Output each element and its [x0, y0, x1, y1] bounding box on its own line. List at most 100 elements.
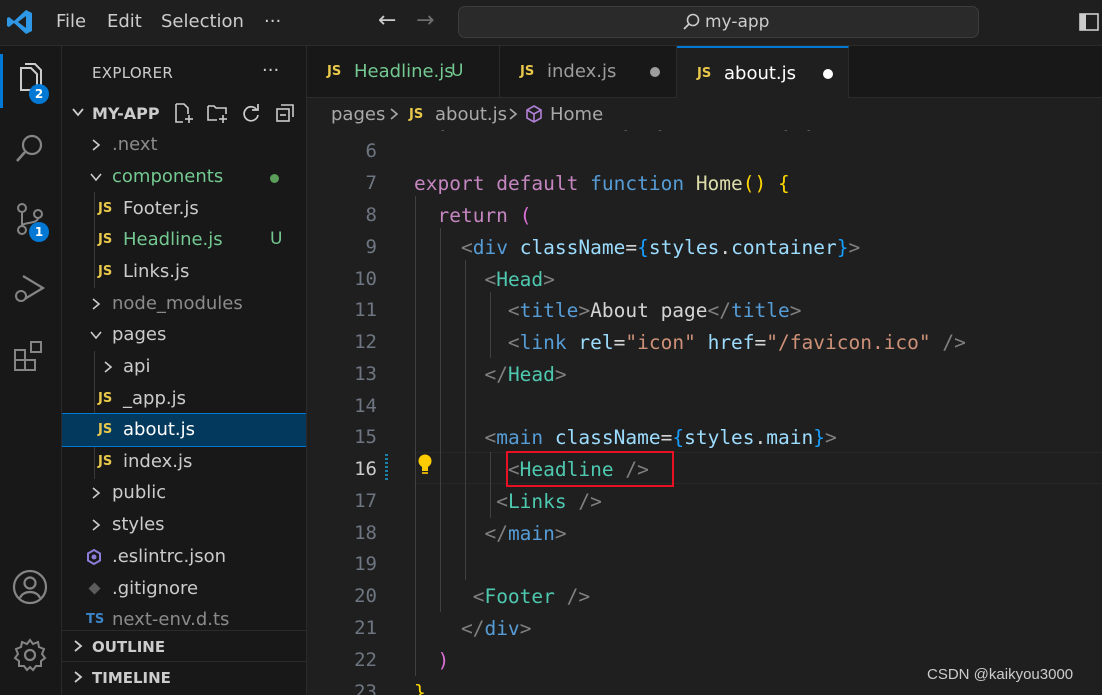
- tree-item-footer-js[interactable]: JS Footer.js: [62, 193, 306, 225]
- line-number: 7: [365, 172, 377, 194]
- tab-label: Headline.js: [354, 61, 454, 82]
- timeline-label: TIMELINE: [92, 669, 171, 687]
- new-file-icon[interactable]: [172, 102, 194, 124]
- line-number: 15: [354, 426, 377, 448]
- outline-section[interactable]: OUTLINE: [62, 630, 306, 660]
- tree-item-eslintrc[interactable]: .eslintrc.json: [62, 541, 306, 573]
- tree-item-headline-js[interactable]: JS Headline.js U: [62, 224, 306, 256]
- tree-item-label: .next: [112, 134, 158, 155]
- chevron-right-icon: [104, 361, 113, 373]
- line-number: 20: [354, 585, 377, 607]
- back-arrow-icon[interactable]: ←: [378, 8, 396, 33]
- unsaved-dot-icon[interactable]: [650, 67, 660, 77]
- tree-item-node-modules[interactable]: node_modules: [62, 288, 306, 320]
- collapse-all-icon[interactable]: [274, 102, 296, 124]
- tree-item-links-js[interactable]: JS Links.js: [62, 256, 306, 288]
- tree-item-label: about.js: [123, 419, 196, 440]
- chevron-right-icon: [390, 108, 399, 120]
- chevron-right-icon: [92, 139, 101, 151]
- unsaved-dot-icon[interactable]: [823, 69, 833, 79]
- lightbulb-icon[interactable]: [415, 453, 435, 477]
- code-line: 18 </main>: [307, 517, 1102, 549]
- code-line: 21 </div>: [307, 612, 1102, 644]
- annotation-highlight-box: [506, 451, 674, 487]
- tree-item-pages[interactable]: pages: [62, 319, 306, 351]
- outline-label: OUTLINE: [92, 638, 166, 656]
- line-number: 8: [365, 204, 377, 226]
- command-center-label: my-app: [705, 12, 770, 32]
- tab-label: about.js: [724, 63, 797, 84]
- line-number: 19: [354, 553, 377, 575]
- code-text: <Links />: [496, 490, 602, 513]
- menu-selection[interactable]: Selection: [161, 11, 244, 32]
- explorer-sidebar: EXPLORER ··· MY-APP .next components JS: [62, 46, 307, 695]
- tree-item-next[interactable]: .next: [62, 129, 306, 161]
- new-folder-icon[interactable]: [206, 102, 228, 124]
- tab-headline-js[interactable]: JS Headline.js U: [307, 46, 500, 98]
- search-icon: [683, 13, 700, 30]
- tree-item-label: node_modules: [112, 293, 243, 314]
- tree-item-index-js[interactable]: JS index.js: [62, 446, 306, 478]
- code-editor[interactable]: . . . . . 6 7 export default function Ho…: [307, 130, 1102, 695]
- code-line: 6: [307, 135, 1102, 167]
- toggle-sidebar-icon[interactable]: [1078, 11, 1100, 33]
- line-number: 17: [354, 490, 377, 512]
- code-text: return (: [437, 204, 532, 227]
- command-center-search[interactable]: my-app: [458, 6, 979, 38]
- chevron-down-icon: [72, 108, 84, 117]
- tree-item-label: components: [112, 166, 224, 187]
- git-modified-dot: [270, 174, 279, 183]
- tab-label: index.js: [547, 61, 617, 82]
- code-text: }: [414, 681, 426, 695]
- extensions-icon[interactable]: [11, 338, 49, 376]
- tab-about-js[interactable]: JS about.js: [677, 46, 849, 99]
- js-file-icon: JS: [98, 422, 113, 437]
- chevron-right-icon: [92, 519, 101, 531]
- tree-item-label: _app.js: [123, 388, 186, 409]
- tree-item-label: next-env.d.ts: [112, 609, 230, 630]
- tree-item-label: styles: [112, 514, 165, 535]
- line-number: 23: [354, 681, 377, 695]
- git-untracked-badge: U: [451, 61, 464, 81]
- active-indicator: [0, 54, 3, 108]
- vscode-logo-icon[interactable]: [6, 8, 34, 36]
- tree-item-app-js[interactable]: JS _app.js: [62, 383, 306, 415]
- explorer-more-button[interactable]: ···: [262, 60, 279, 81]
- code-line: 10 <Head>: [307, 263, 1102, 295]
- chevron-right-icon: [74, 640, 83, 652]
- menu-more[interactable]: ···: [264, 11, 281, 32]
- settings-gear-icon[interactable]: [11, 636, 49, 674]
- chevron-down-icon: [90, 173, 102, 182]
- chevron-down-icon: [90, 331, 102, 340]
- menu-edit[interactable]: Edit: [107, 11, 142, 32]
- timeline-section[interactable]: TIMELINE: [62, 661, 306, 691]
- tree-item-label: pages: [112, 324, 167, 345]
- chevron-right-icon: [92, 298, 101, 310]
- chevron-right-icon: [92, 487, 101, 499]
- tree-item-public[interactable]: public: [62, 477, 306, 509]
- code-line: 7 export default function Home() {: [307, 167, 1102, 199]
- workspace-root[interactable]: MY-APP: [62, 102, 306, 126]
- search-icon[interactable]: [11, 130, 49, 168]
- run-debug-icon[interactable]: [11, 270, 49, 308]
- git-untracked-badge: U: [270, 229, 283, 249]
- breadcrumb-pages[interactable]: pages: [331, 104, 385, 125]
- forward-arrow-icon[interactable]: →: [416, 8, 434, 33]
- code-line: 9 <div className={styles.container}>: [307, 231, 1102, 263]
- breadcrumb-file[interactable]: about.js: [435, 104, 507, 125]
- symbol-method-icon: [526, 105, 542, 123]
- tree-item-about-js[interactable]: JS about.js: [62, 413, 306, 447]
- refresh-icon[interactable]: [240, 102, 262, 124]
- menu-file[interactable]: File: [56, 11, 86, 32]
- git-icon: [88, 582, 101, 595]
- tree-item-label: index.js: [123, 451, 193, 472]
- line-number: 11: [354, 299, 377, 321]
- breadcrumb-symbol[interactable]: Home: [550, 104, 603, 125]
- tree-item-gitignore[interactable]: .gitignore: [62, 573, 306, 605]
- tree-item-styles[interactable]: styles: [62, 509, 306, 541]
- tree-item-api[interactable]: api: [62, 351, 306, 383]
- tab-index-js[interactable]: JS index.js: [500, 46, 677, 98]
- accounts-icon[interactable]: [11, 568, 49, 606]
- tree-item-components[interactable]: components: [62, 161, 306, 193]
- tree-item-label: api: [123, 356, 151, 377]
